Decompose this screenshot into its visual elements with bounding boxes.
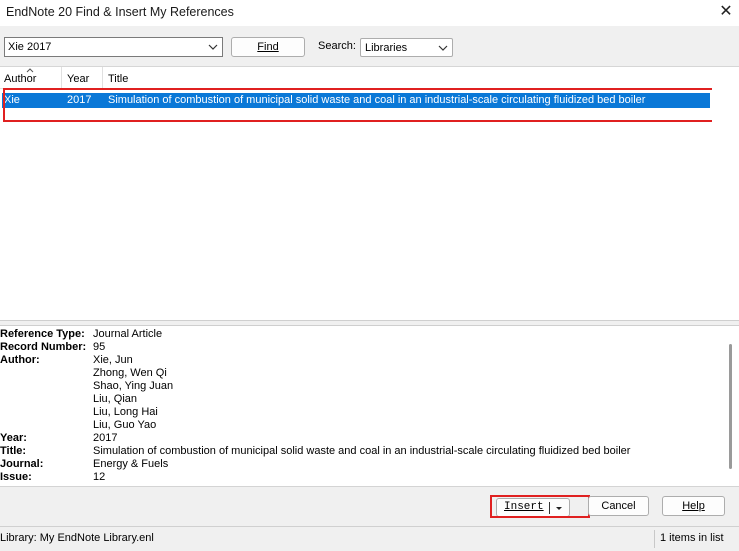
help-button-label: Help	[682, 500, 705, 512]
column-header-author[interactable]: Author	[4, 73, 36, 85]
column-divider[interactable]	[61, 67, 62, 89]
title-bar: EndNote 20 Find & Insert My References ✕	[0, 0, 739, 26]
item-count: 1 items in list	[660, 532, 724, 544]
year-value: 2017	[93, 432, 118, 444]
search-label: Search:	[318, 40, 356, 52]
author-label: Author:	[0, 354, 40, 366]
reference-list: Author Year Title Xie 2017 Simulation of…	[0, 66, 739, 321]
column-header-year[interactable]: Year	[67, 73, 89, 85]
list-scroll-area	[712, 67, 739, 321]
column-divider[interactable]	[102, 67, 103, 89]
query-combobox[interactable]: Xie 2017	[4, 37, 223, 57]
close-icon[interactable]: ✕	[716, 2, 736, 22]
issue-value: 12	[93, 471, 106, 483]
find-button-label: Find	[257, 41, 279, 53]
record-number-label: Record Number:	[0, 341, 87, 353]
title-value: Simulation of combustion of municipal so…	[93, 445, 631, 457]
cancel-button-label: Cancel	[601, 500, 636, 512]
reference-type-value: Journal Article	[93, 328, 163, 340]
author-value: Liu, Long Hai	[93, 406, 158, 418]
find-button[interactable]: Find	[231, 37, 305, 57]
help-button[interactable]: Help	[662, 496, 725, 516]
list-header: Author Year Title	[0, 67, 712, 89]
author-value: Shao, Ying Juan	[93, 380, 174, 392]
chevron-down-icon[interactable]	[437, 41, 449, 55]
status-bar: Library: My EndNote Library.enl 1 items …	[0, 526, 739, 551]
cancel-button[interactable]: Cancel	[588, 496, 649, 516]
issue-label: Issue:	[0, 471, 32, 483]
reference-type-label: Reference Type:	[0, 328, 85, 340]
search-scope-value: Libraries	[365, 42, 408, 54]
author-value: Xie, Jun	[93, 354, 133, 366]
search-scope-select[interactable]: Libraries	[360, 38, 453, 57]
row-highlight-annotation	[3, 88, 717, 122]
library-status: Library: My EndNote Library.enl	[0, 532, 154, 544]
author-value: Liu, Qian	[93, 393, 138, 405]
column-header-title[interactable]: Title	[108, 73, 128, 85]
window-title: EndNote 20 Find & Insert My References	[6, 5, 234, 19]
query-value: Xie 2017	[8, 41, 52, 53]
journal-label: Journal:	[0, 458, 44, 470]
author-value: Liu, Guo Yao	[93, 419, 157, 431]
detail-scrollbar[interactable]	[725, 326, 739, 486]
year-label: Year:	[0, 432, 27, 444]
title-label: Title:	[0, 445, 27, 457]
search-toolbar: Xie 2017 Find Search: Libraries	[0, 26, 739, 66]
author-value: Zhong, Wen Qi	[93, 367, 167, 379]
status-divider	[654, 530, 655, 548]
detail-scrollbar-thumb[interactable]	[729, 344, 732, 469]
insert-highlight-annotation	[490, 495, 590, 518]
journal-value: Energy & Fuels	[93, 458, 169, 470]
record-number-value: 95	[93, 341, 106, 353]
chevron-down-icon[interactable]	[206, 39, 220, 55]
reference-detail: Reference Type: Journal Article Record N…	[0, 326, 725, 486]
